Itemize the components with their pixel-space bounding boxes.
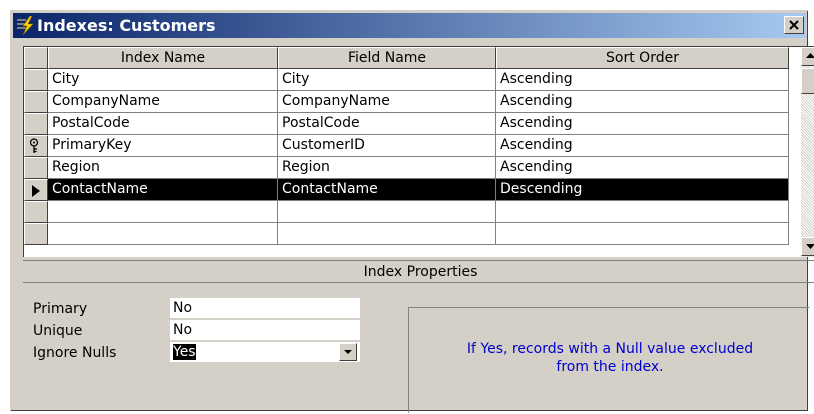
field-name-cell[interactable]: City [278, 69, 496, 91]
row-selector[interactable] [24, 201, 48, 223]
current-row-arrow-icon [32, 185, 40, 197]
arrow-up-icon [806, 53, 814, 58]
column-header-index-name[interactable]: Index Name [48, 47, 278, 69]
index-name-cell[interactable]: CompanyName [48, 91, 278, 113]
unique-label: Unique [33, 323, 83, 339]
vertical-scrollbar[interactable] [801, 47, 814, 257]
index-name-cell[interactable] [48, 201, 278, 223]
sort-order-cell[interactable]: Ascending [496, 69, 789, 91]
header-corner[interactable] [24, 47, 48, 69]
table-row-blank [24, 223, 789, 245]
row-selector[interactable] [24, 135, 48, 157]
lightning-index-icon [17, 16, 34, 36]
indexes-dialog: Indexes: Customers Index Name Field Name… [10, 10, 814, 413]
help-text: If Yes, records with a Null value exclud… [419, 340, 801, 376]
column-header-sort-order[interactable]: Sort Order [496, 47, 789, 69]
index-properties-header: Index Properties [23, 260, 814, 283]
help-text-line: from the index. [556, 359, 664, 375]
table-row[interactable]: PrimaryKey CustomerID Ascending [24, 135, 789, 157]
ignore-nulls-label: Ignore Nulls [33, 345, 117, 361]
help-box: If Yes, records with a Null value exclud… [408, 307, 810, 413]
primary-label: Primary [33, 301, 88, 317]
window-title: Indexes: Customers [37, 16, 216, 35]
row-selector[interactable] [24, 69, 48, 91]
sort-order-cell[interactable]: Ascending [496, 157, 789, 179]
table-row-selected[interactable]: ContactName ContactName Descending [24, 179, 789, 201]
table-row[interactable]: CompanyName CompanyName Ascending [24, 91, 789, 113]
row-selector[interactable] [24, 157, 48, 179]
field-name-cell[interactable]: PostalCode [278, 113, 496, 135]
blank-cell [48, 223, 278, 245]
ignore-nulls-value[interactable]: Yes [173, 344, 196, 360]
help-text-line: If Yes, records with a Null value exclud… [466, 341, 754, 357]
index-name-cell[interactable]: PostalCode [48, 113, 278, 135]
key-icon [29, 138, 39, 153]
blank-cell [496, 223, 789, 245]
row-selector[interactable] [24, 223, 48, 245]
close-icon [789, 20, 799, 30]
field-name-cell[interactable]: ContactName [278, 179, 496, 201]
table-row[interactable]: Region Region Ascending [24, 157, 789, 179]
field-name-cell[interactable]: CustomerID [278, 135, 496, 157]
table-row-new[interactable] [24, 201, 789, 223]
blank-cell [278, 223, 496, 245]
table-row[interactable]: City City Ascending [24, 69, 789, 91]
title-bar[interactable]: Indexes: Customers [13, 13, 806, 38]
table-row[interactable]: PostalCode PostalCode Ascending [24, 113, 789, 135]
index-grid: Index Name Field Name Sort Order City Ci… [23, 46, 814, 257]
index-name-cell[interactable]: ContactName [48, 179, 278, 201]
sort-order-cell[interactable]: Descending [496, 179, 789, 201]
primary-field[interactable]: No [170, 298, 360, 318]
index-name-cell[interactable]: PrimaryKey [48, 135, 278, 157]
sort-order-cell[interactable]: Ascending [496, 91, 789, 113]
chevron-down-icon [344, 350, 352, 354]
arrow-down-icon [806, 244, 814, 249]
close-button[interactable] [784, 16, 804, 34]
index-name-cell[interactable]: City [48, 69, 278, 91]
scroll-down-button[interactable] [801, 237, 814, 256]
unique-field[interactable]: No [170, 320, 360, 340]
scroll-thumb[interactable] [801, 68, 814, 94]
sort-order-cell[interactable]: Ascending [496, 113, 789, 135]
column-header-field-name[interactable]: Field Name [278, 47, 496, 69]
ignore-nulls-combobox[interactable]: Yes [170, 342, 360, 362]
field-name-cell[interactable]: CompanyName [278, 91, 496, 113]
field-name-cell[interactable] [278, 201, 496, 223]
row-selector[interactable] [24, 179, 48, 201]
row-selector[interactable] [24, 113, 48, 135]
field-name-cell[interactable]: Region [278, 157, 496, 179]
sort-order-cell[interactable] [496, 201, 789, 223]
ignore-nulls-dropdown-button[interactable] [339, 343, 357, 361]
sort-order-cell[interactable]: Ascending [496, 135, 789, 157]
scroll-up-button[interactable] [801, 47, 814, 66]
index-name-cell[interactable]: Region [48, 157, 278, 179]
index-properties-panel: Primary No Unique No Ignore Nulls Yes If… [23, 282, 814, 413]
row-selector[interactable] [24, 91, 48, 113]
grid-header: Index Name Field Name Sort Order [24, 47, 789, 69]
